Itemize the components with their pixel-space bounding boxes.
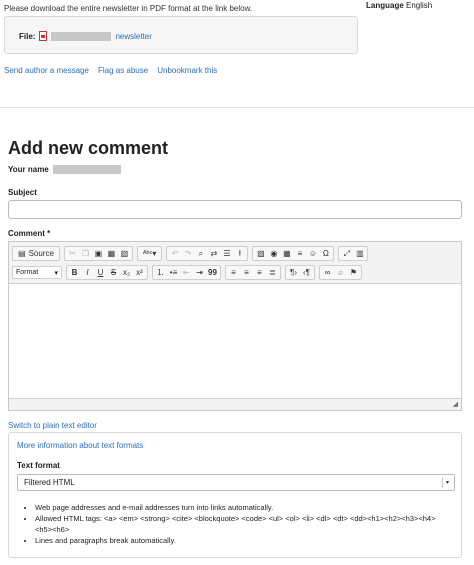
comment-editor: ▤ Source ✂ ❐ ▣ ▦ ▧ ᴬᵇᶜ▾ ↶ ↷ ⌕ ⇄ ☰ Ɨ ▨ ◉ …	[8, 241, 462, 411]
text-format-select[interactable]: Filtered HTML ▾	[17, 474, 455, 491]
cut-icon[interactable]: ✂	[67, 247, 78, 260]
format-tip: Web page addresses and e-mail addresses …	[35, 502, 451, 513]
chevron-down-icon: ▾	[442, 477, 452, 488]
paste-text-icon[interactable]: ▦	[106, 247, 117, 260]
text-format-selected: Filtered HTML	[24, 478, 75, 487]
replace-icon[interactable]: ⇄	[208, 247, 219, 260]
copy-icon[interactable]: ❐	[80, 247, 91, 260]
unbookmark-link[interactable]: Unbookmark this	[157, 66, 217, 75]
smiley-icon[interactable]: ☺	[307, 247, 318, 260]
redo-icon[interactable]: ↷	[182, 247, 193, 260]
toolbar-group-spell: ᴬᵇᶜ▾	[136, 246, 163, 261]
numbered-list-icon[interactable]: ⒈	[155, 266, 166, 279]
editor-footer: ◢	[9, 398, 461, 410]
node-actions: Send author a message Flag as abuse Unbo…	[4, 66, 217, 75]
format-tip: Allowed HTML tags: <a> <em> <strong> <ci…	[35, 513, 451, 535]
redacted-filename	[51, 31, 112, 41]
show-blocks-icon[interactable]: ▥	[354, 247, 365, 260]
link-icon[interactable]: ∞	[322, 266, 333, 279]
newsletter-file-link[interactable]: newsletter	[115, 32, 151, 41]
bold-button[interactable]: B	[69, 266, 80, 279]
paste-word-icon[interactable]: ▧	[119, 247, 130, 260]
text-format-box: More information about text formats Text…	[8, 432, 462, 558]
subject-label: Subject	[8, 188, 37, 197]
language-indicator: Language English	[366, 1, 432, 10]
indent-icon[interactable]: ⇥	[194, 266, 205, 279]
language-value: English	[406, 1, 433, 10]
text-format-label: Text format	[17, 461, 60, 470]
horizontal-rule-icon[interactable]: ≡	[294, 247, 305, 260]
add-comment-title: Add new comment	[8, 138, 169, 158]
toolbar-group-undo: ↶ ↷ ⌕ ⇄ ☰ Ɨ	[166, 246, 249, 261]
source-button[interactable]: ▤ Source	[15, 247, 57, 260]
section-divider	[0, 107, 474, 108]
paste-icon[interactable]: ▣	[93, 247, 104, 260]
select-all-icon[interactable]: ☰	[221, 247, 232, 260]
subject-input[interactable]	[8, 200, 462, 219]
comment-label: Comment *	[8, 229, 51, 238]
toolbar-group-direction: ¶› ‹¶	[285, 265, 315, 280]
toolbar-row-1: ▤ Source ✂ ❐ ▣ ▦ ▧ ᴬᵇᶜ▾ ↶ ↷ ⌕ ⇄ ☰ Ɨ ▨ ◉ …	[12, 245, 458, 262]
toolbar-group-clipboard: ✂ ❐ ▣ ▦ ▧	[63, 246, 133, 261]
undo-icon[interactable]: ↶	[169, 247, 180, 260]
underline-button[interactable]: U	[95, 266, 106, 279]
bulleted-list-icon[interactable]: •≡	[168, 266, 179, 279]
ltr-icon[interactable]: ¶›	[288, 266, 299, 279]
toolbar-group-links: ∞ ⌀ ⚑	[319, 265, 362, 280]
file-label: File:	[19, 31, 36, 41]
strikethrough-button[interactable]: S	[108, 266, 119, 279]
find-icon[interactable]: ⌕	[195, 247, 206, 260]
spellcheck-icon[interactable]: ᴬᵇᶜ▾	[140, 247, 160, 260]
flag-as-abuse-link[interactable]: Flag as abuse	[98, 66, 148, 75]
format-dropdown-label: Format	[16, 269, 39, 276]
italic-button[interactable]: I	[82, 266, 93, 279]
align-left-icon[interactable]: ≡	[228, 266, 239, 279]
chevron-down-icon: ▾	[54, 269, 58, 277]
editor-toolbar: ▤ Source ✂ ❐ ▣ ▦ ▧ ᴬᵇᶜ▾ ↶ ↷ ⌕ ⇄ ☰ Ɨ ▨ ◉ …	[9, 242, 461, 284]
source-icon: ▤	[18, 249, 26, 258]
resize-icon[interactable]: ◢	[453, 400, 458, 408]
toolbar-group-insert: ▨ ◉ ▦ ≡ ☺ Ω	[252, 246, 335, 261]
format-tip: Lines and paragraphs break automatically…	[35, 535, 451, 546]
subscript-button[interactable]: x₂	[121, 266, 132, 279]
special-char-icon[interactable]: Ω	[320, 247, 331, 260]
intro-text: Please download the entire newsletter in…	[4, 4, 253, 13]
toolbar-group-source: ▤ Source	[12, 246, 60, 261]
toolbar-group-view: ⤢ ▥	[338, 246, 369, 261]
align-right-icon[interactable]: ≡	[254, 266, 265, 279]
outdent-icon[interactable]: ⇤	[181, 266, 192, 279]
unlink-icon[interactable]: ⌀	[335, 266, 346, 279]
format-tips: Web page addresses and e-mail addresses …	[21, 502, 451, 546]
table-icon[interactable]: ▦	[281, 247, 292, 260]
file-attachment-box: File: newsletter	[4, 16, 358, 54]
redacted-username	[52, 165, 121, 174]
toolbar-group-lists: ⒈ •≡ ⇤ ⇥ 99	[152, 265, 221, 280]
more-info-formats-link[interactable]: More information about text formats	[17, 441, 143, 450]
editor-content-area[interactable]	[9, 284, 461, 397]
file-row: File: newsletter	[19, 31, 152, 41]
pdf-icon	[39, 31, 48, 41]
flash-icon[interactable]: ◉	[268, 247, 279, 260]
toolbar-row-2: Format ▾ B I U S x₂ x² ⒈ •≡ ⇤ ⇥ 99 ≡ ≡ ≡…	[12, 264, 458, 281]
anchor-icon[interactable]: ⚑	[348, 266, 359, 279]
toolbar-group-basic: B I U S x₂ x²	[66, 265, 148, 280]
your-name-row: Your name	[8, 165, 121, 174]
superscript-button[interactable]: x²	[134, 266, 145, 279]
toolbar-group-align: ≡ ≡ ≡ ≣	[225, 265, 281, 280]
rtl-icon[interactable]: ‹¶	[301, 266, 312, 279]
switch-plain-text-link[interactable]: Switch to plain text editor	[8, 421, 97, 430]
send-author-message-link[interactable]: Send author a message	[4, 66, 89, 75]
source-label: Source	[28, 249, 54, 258]
maximize-icon[interactable]: ⤢	[341, 247, 352, 260]
remove-format-icon[interactable]: Ɨ	[234, 247, 245, 260]
blockquote-button[interactable]: 99	[207, 266, 218, 279]
format-dropdown[interactable]: Format ▾	[12, 266, 62, 279]
language-label: Language	[366, 1, 404, 10]
justify-icon[interactable]: ≣	[267, 266, 278, 279]
your-name-label: Your name	[8, 165, 49, 174]
image-icon[interactable]: ▨	[255, 247, 266, 260]
align-center-icon[interactable]: ≡	[241, 266, 252, 279]
